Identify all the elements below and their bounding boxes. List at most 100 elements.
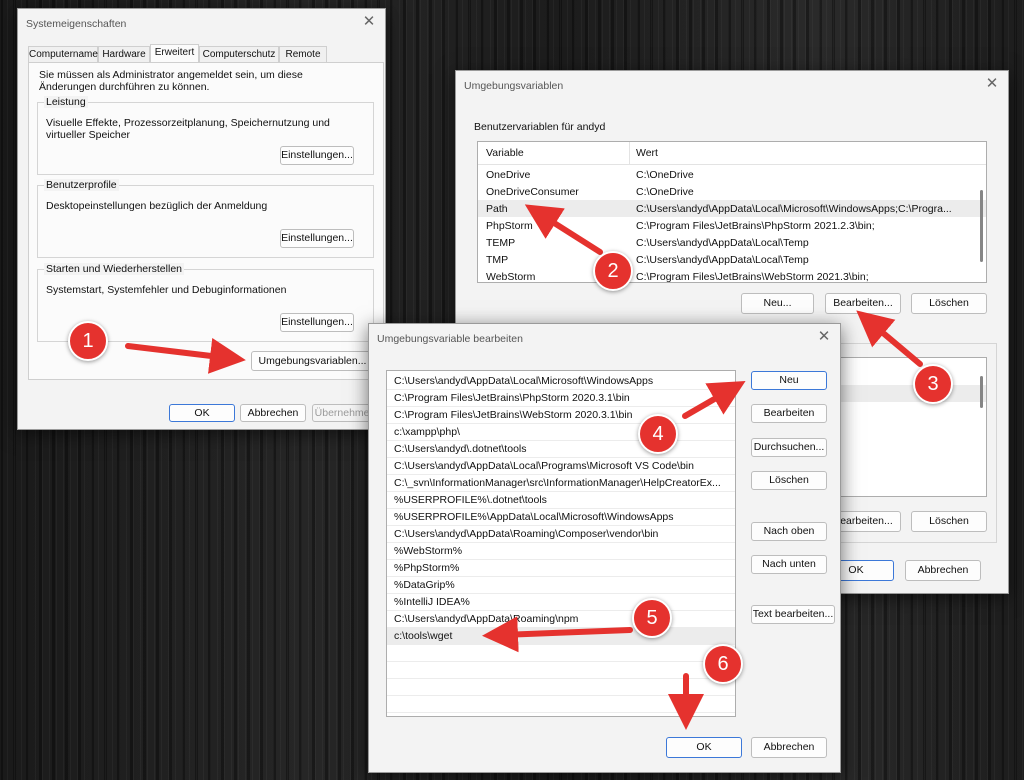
startup-recovery-description: Systemstart, Systemfehler und Debuginfor… (46, 284, 287, 296)
edit-environment-variable-window: Umgebungsvariable bearbeiten ✕ C:\Users\… (368, 323, 841, 773)
column-header-value[interactable]: Wert (636, 147, 658, 159)
empty-list-row[interactable] (387, 645, 735, 662)
table-row[interactable] (816, 385, 986, 402)
table-row[interactable]: TMP C:\Users\andyd\AppData\Local\Temp (478, 251, 986, 268)
list-item[interactable]: %USERPROFILE%\.dotnet\tools (387, 492, 735, 509)
path-entry-text: c:\xampp\php\ (394, 426, 460, 438)
table-row[interactable]: PhpStorm C:\Program Files\JetBrains\PhpSt… (478, 217, 986, 234)
user-profiles-group-title: Benutzerprofile (44, 179, 119, 191)
variable-name-cell: OneDriveConsumer (486, 186, 579, 198)
list-item[interactable]: %PhpStorm% (387, 560, 735, 577)
table-row[interactable]: OneDrive C:\OneDrive (478, 166, 986, 183)
system-properties-window: Systemeigenschaften ✕ Computername Hardw… (17, 8, 386, 430)
path-entries-list[interactable]: C:\Users\andyd\AppData\Local\Microsoft\W… (386, 370, 736, 717)
env-cancel-button[interactable]: Abbrechen (905, 560, 981, 581)
system-properties-titlebar[interactable]: Systemeigenschaften ✕ (18, 9, 385, 37)
environment-variables-button[interactable]: Umgebungsvariablen... (251, 351, 374, 371)
empty-list-row[interactable] (387, 662, 735, 679)
list-item[interactable]: C:\Users\andyd\AppData\Local\Microsoft\W… (387, 373, 735, 390)
path-entry-text: C:\_svn\InformationManager\src\Informati… (394, 477, 721, 489)
table-row[interactable]: OneDriveConsumer C:\OneDrive (478, 183, 986, 200)
list-item[interactable]: C:\Users\andyd\AppData\Roaming\npm (387, 611, 735, 628)
list-item[interactable]: %IntelliJ IDEA% (387, 594, 735, 611)
performance-description: Visuelle Effekte, Prozessorzeitplanung, … (46, 117, 330, 141)
edit-variable-titlebar[interactable]: Umgebungsvariable bearbeiten ✕ (369, 324, 840, 352)
edit-text-button[interactable]: Text bearbeiten... (751, 605, 835, 624)
close-icon[interactable]: ✕ (361, 14, 377, 30)
path-entry-text: C:\Program Files\JetBrains\WebStorm 2020… (394, 409, 633, 421)
column-divider (629, 142, 630, 164)
table-row[interactable]: TEMP C:\Users\andyd\AppData\Local\Temp (478, 234, 986, 251)
marker-3: 3 (913, 364, 953, 404)
entry-browse-button[interactable]: Durchsuchen... (751, 438, 827, 457)
tab-remote[interactable]: Remote (279, 46, 327, 62)
variable-name-cell: TEMP (486, 237, 516, 249)
variable-name-cell: Path (486, 203, 508, 215)
table-row[interactable]: WebStorm C:\Program Files\JetBrains\WebSt… (478, 268, 986, 283)
scrollbar[interactable] (980, 376, 983, 408)
path-entry-text: C:\Users\andyd\AppData\Roaming\Composer\… (394, 528, 659, 540)
variable-value-cell: C:\Users\andyd\AppData\Local\Temp (636, 254, 809, 266)
list-item[interactable]: c:\xampp\php\ (387, 424, 735, 441)
list-item[interactable]: C:\Users\andyd\AppData\Roaming\Composer\… (387, 526, 735, 543)
tab-erweitert[interactable]: Erweitert (150, 44, 199, 62)
entry-edit-button[interactable]: Bearbeiten (751, 404, 827, 423)
tab-hardware[interactable]: Hardware (98, 46, 150, 62)
list-item[interactable]: C:\Program Files\JetBrains\WebStorm 2020… (387, 407, 735, 424)
entry-new-button[interactable]: Neu (751, 371, 827, 390)
system-cancel-button[interactable]: Abbrechen (240, 404, 306, 422)
tab-computerschutz[interactable]: Computerschutz (199, 46, 279, 62)
list-item[interactable]: C:\Users\andyd\AppData\Local\Programs\Mi… (387, 458, 735, 475)
startup-recovery-settings-button[interactable]: Einstellungen... (280, 313, 354, 332)
path-entry-text: C:\Users\andyd\AppData\Local\Microsoft\W… (394, 375, 654, 387)
variable-value-cell: C:\Users\andyd\AppData\Local\Microsoft\W… (636, 203, 952, 215)
path-entry-text: C:\Users\andyd\AppData\Local\Programs\Mi… (394, 460, 694, 472)
close-icon[interactable]: ✕ (816, 329, 832, 345)
performance-group: Leistung Visuelle Effekte, Prozessorzeit… (37, 96, 374, 175)
list-item[interactable]: C:\Users\andyd\.dotnet\tools (387, 441, 735, 458)
list-item[interactable]: %DataGrip% (387, 577, 735, 594)
edit-cancel-button[interactable]: Abbrechen (751, 737, 827, 758)
path-entry-text: C:\Program Files\JetBrains\PhpStorm 2020… (394, 392, 630, 404)
list-item[interactable]: c:\tools\wget (387, 628, 735, 645)
scrollbar[interactable] (980, 190, 983, 262)
system-ok-button[interactable]: OK (169, 404, 235, 422)
tab-computername[interactable]: Computername (28, 46, 98, 62)
close-icon[interactable]: ✕ (984, 76, 1000, 92)
user-delete-button[interactable]: Löschen (911, 293, 987, 314)
edit-ok-button[interactable]: OK (666, 737, 742, 758)
path-entry-text: %USERPROFILE%\AppData\Local\Microsoft\Wi… (394, 511, 674, 523)
marker-6: 6 (703, 644, 743, 684)
list-item[interactable]: C:\_svn\InformationManager\src\Informati… (387, 475, 735, 492)
system-variables-table[interactable] (816, 357, 987, 497)
admin-note: Sie müssen als Administrator angemeldet … (39, 69, 303, 93)
marker-1: 1 (68, 321, 108, 361)
variable-name-cell: PhpStorm (486, 220, 533, 232)
path-entry-text: %WebStorm% (394, 545, 463, 557)
entry-delete-button[interactable]: Löschen (751, 471, 827, 490)
variable-name-cell: OneDrive (486, 169, 531, 181)
system-delete-button[interactable]: Löschen (911, 511, 987, 532)
user-edit-button[interactable]: Bearbeiten... (825, 293, 901, 314)
performance-settings-button[interactable]: Einstellungen... (280, 146, 354, 165)
variable-value-cell: C:\Program Files\JetBrains\WebStorm 2021… (636, 271, 869, 283)
user-profiles-description: Desktopeinstellungen bezüglich der Anmel… (46, 200, 268, 212)
path-entry-text: c:\tools\wget (394, 630, 453, 642)
table-row[interactable]: Path C:\Users\andyd\AppData\Local\Microso… (478, 200, 986, 217)
window-title: Systemeigenschaften (26, 18, 127, 30)
environment-variables-titlebar[interactable]: Umgebungsvariablen ✕ (456, 71, 1008, 99)
path-entry-text: %DataGrip% (394, 579, 455, 591)
user-new-button[interactable]: Neu... (741, 293, 814, 314)
list-item[interactable]: %WebStorm% (387, 543, 735, 560)
user-profiles-settings-button[interactable]: Einstellungen... (280, 229, 354, 248)
user-variables-table[interactable]: Variable Wert OneDrive C:\OneDrive OneDriv… (477, 141, 987, 283)
empty-list-row[interactable] (387, 679, 735, 696)
variable-value-cell: C:\OneDrive (636, 169, 694, 181)
move-down-button[interactable]: Nach unten (751, 555, 827, 574)
path-entry-text: %PhpStorm% (394, 562, 460, 574)
empty-list-row[interactable] (387, 696, 735, 713)
column-header-variable[interactable]: Variable (486, 147, 524, 159)
list-item[interactable]: C:\Program Files\JetBrains\PhpStorm 2020… (387, 390, 735, 407)
move-up-button[interactable]: Nach oben (751, 522, 827, 541)
list-item[interactable]: %USERPROFILE%\AppData\Local\Microsoft\Wi… (387, 509, 735, 526)
